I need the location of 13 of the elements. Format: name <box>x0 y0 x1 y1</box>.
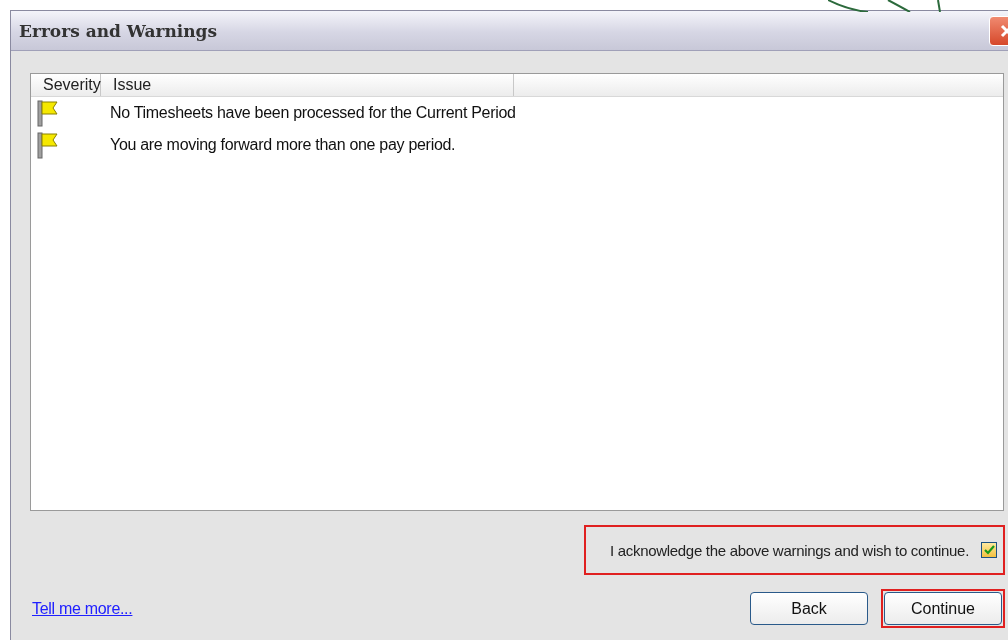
acknowledge-label: I acknowledge the above warnings and wish to continue. <box>609 541 969 559</box>
window-title: Errors and Warnings <box>19 20 218 41</box>
dialog-button[interactable]: Continue <box>884 592 1002 625</box>
flag-icon <box>37 99 59 127</box>
check-icon <box>983 545 995 555</box>
column-header[interactable]: Issue <box>101 74 514 96</box>
acknowledge-checkbox[interactable] <box>981 542 997 558</box>
issue-text: You are moving forward more than one pay period. <box>109 136 456 154</box>
issue-text: No Timesheets have been processed for the Current Period <box>109 104 516 122</box>
column-header[interactable]: Severity <box>31 74 101 96</box>
tell-me-more-link[interactable]: Tell me more... <box>32 599 133 618</box>
flag-icon <box>37 131 59 159</box>
dialog-button[interactable]: Back <box>750 592 868 625</box>
